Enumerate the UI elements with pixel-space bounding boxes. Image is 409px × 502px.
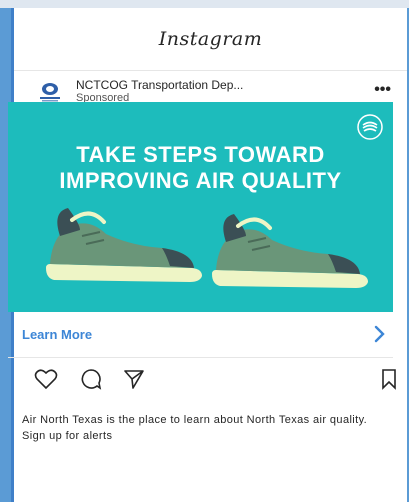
air-north-texas-logo-icon bbox=[357, 114, 383, 140]
more-options-button[interactable]: ••• bbox=[374, 81, 391, 99]
app-header: Instagram bbox=[14, 8, 407, 71]
share-icon[interactable] bbox=[123, 368, 145, 390]
nctcog-logo-icon bbox=[40, 83, 60, 102]
post-caption: Air North Texas is the place to learn ab… bbox=[22, 414, 368, 442]
comment-icon[interactable] bbox=[80, 368, 102, 390]
sneaker-icon bbox=[46, 208, 202, 282]
bookmark-icon[interactable] bbox=[381, 368, 397, 390]
account-avatar[interactable] bbox=[36, 77, 64, 105]
instagram-logo: Instagram bbox=[158, 28, 263, 50]
ad-image[interactable]: TAKE STEPS TOWARD IMPROVING AIR QUALITY bbox=[8, 102, 393, 312]
window-background bbox=[0, 0, 409, 8]
sneaker-icon bbox=[212, 214, 368, 288]
heart-icon[interactable] bbox=[34, 368, 58, 390]
learn-more-cta[interactable]: Learn More bbox=[8, 312, 393, 358]
post-actions-bar bbox=[8, 360, 396, 400]
ad-headline-line-1: TAKE STEPS TOWARD bbox=[76, 142, 325, 167]
chevron-right-icon[interactable] bbox=[373, 325, 387, 343]
account-name[interactable]: NCTCOG Transportation Dep... bbox=[76, 78, 243, 92]
learn-more-label[interactable]: Learn More bbox=[22, 327, 92, 342]
ad-headline-line-2: IMPROVING AIR QUALITY bbox=[59, 168, 342, 193]
